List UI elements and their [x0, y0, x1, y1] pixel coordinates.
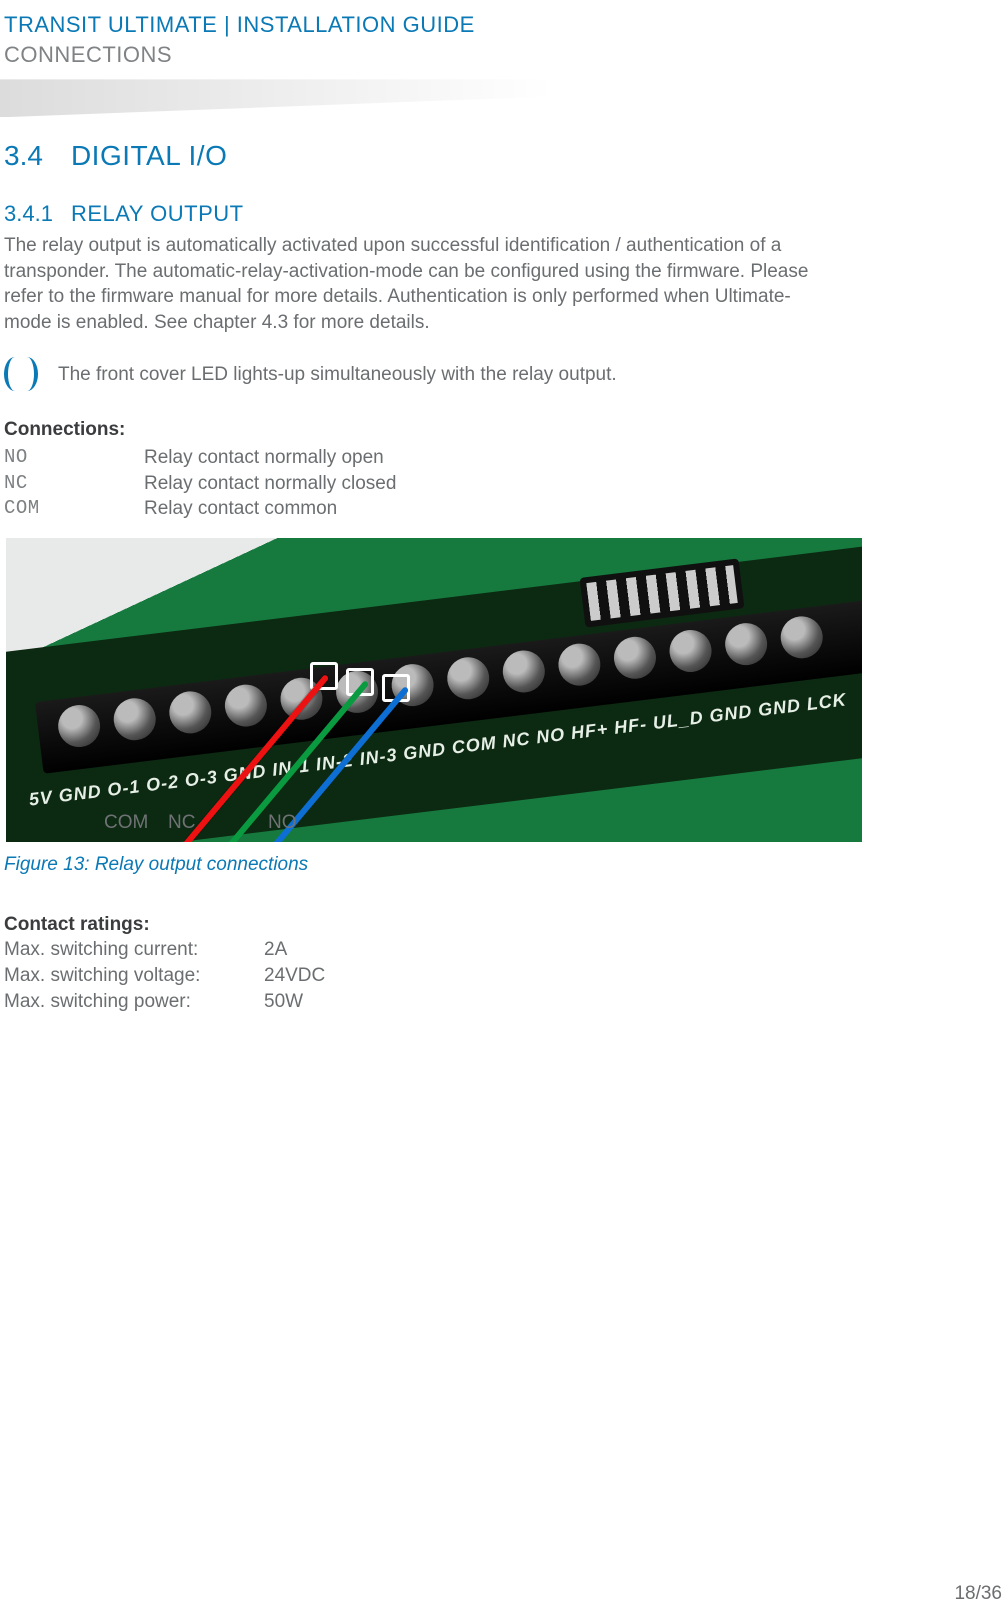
figure-image: 5V GND O-1 O-2 O-3 GND IN-1 IN-2 IN-3 GN…: [4, 536, 864, 844]
figure-wrap: 5V GND O-1 O-2 O-3 GND IN-1 IN-2 IN-3 GN…: [4, 536, 864, 878]
subsection-number: 3.4.1: [4, 199, 53, 229]
conn-val: Relay contact normally open: [144, 445, 384, 471]
section-heading: 3.4 DIGITAL I/O: [0, 137, 1002, 175]
conn-key: COM: [4, 496, 144, 522]
rating-val: 2A: [264, 937, 287, 963]
body-paragraph: The relay output is automatically activa…: [0, 233, 830, 336]
subsection-title: RELAY OUTPUT: [71, 199, 244, 229]
note-callout: The front cover LED lights-up simultaneo…: [0, 357, 1002, 391]
connections-heading: Connections:: [0, 417, 1002, 443]
conn-key: NO: [4, 445, 144, 471]
header-wedge: [0, 79, 1002, 117]
wire-label-nc: NC: [168, 810, 195, 836]
page-number: 18/36: [954, 1581, 1002, 1607]
wire-label-no: NO: [268, 810, 297, 836]
doc-title: TRANSIT ULTIMATE | INSTALLATION GUIDE: [0, 10, 1002, 40]
wire-label-com: COM: [104, 810, 148, 836]
conn-val: Relay contact normally closed: [144, 471, 396, 497]
contact-ratings: Contact ratings: Max. switching current:…: [0, 912, 1002, 1015]
doc-section: CONNECTIONS: [0, 40, 1002, 70]
figure-caption: Figure 13: Relay output connections: [4, 852, 864, 878]
ratings-heading: Contact ratings:: [4, 912, 1002, 938]
conn-val: Relay contact common: [144, 496, 337, 522]
rating-val: 24VDC: [264, 963, 325, 989]
section-number: 3.4: [4, 137, 43, 175]
note-icon: [4, 357, 38, 391]
subsection-heading: 3.4.1 RELAY OUTPUT: [0, 199, 1002, 229]
rating-val: 50W: [264, 989, 303, 1015]
rating-key: Max. switching current:: [4, 937, 264, 963]
connections-table: NO Relay contact normally open NC Relay …: [0, 445, 1002, 522]
conn-key: NC: [4, 471, 144, 497]
section-title: DIGITAL I/O: [71, 137, 227, 175]
rating-key: Max. switching power:: [4, 989, 264, 1015]
note-text: The front cover LED lights-up simultaneo…: [58, 362, 617, 388]
rating-key: Max. switching voltage:: [4, 963, 264, 989]
